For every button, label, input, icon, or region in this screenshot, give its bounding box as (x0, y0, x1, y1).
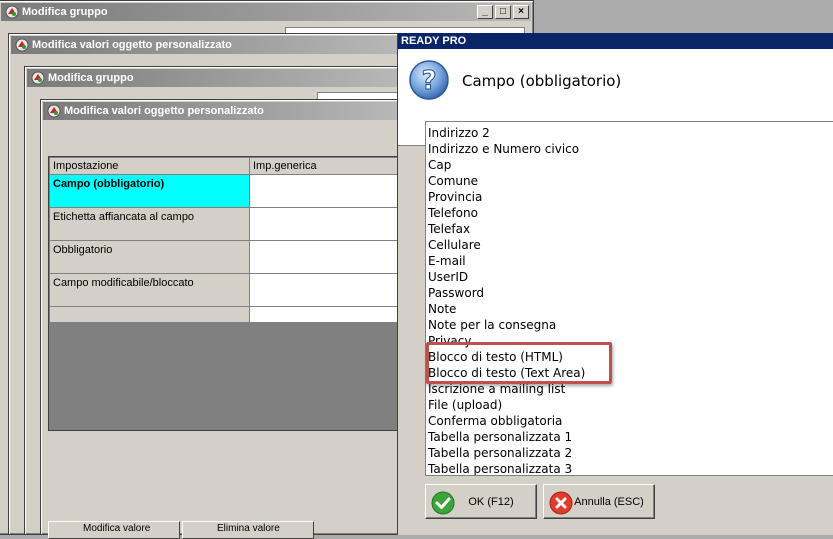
grid-cell-value[interactable] (249, 306, 407, 323)
ok-button[interactable]: OK (F12) (425, 484, 537, 519)
grid-cell-label[interactable]: Etichetta affiancata al campo (49, 207, 250, 241)
svg-text:?: ? (421, 66, 436, 96)
column-header-imp-generica[interactable]: Imp.generica (249, 157, 407, 175)
list-item[interactable]: Telefono (428, 205, 833, 221)
list-item[interactable]: Conferma obbligatoria (428, 413, 833, 429)
dialog-title: READY PRO (398, 33, 833, 49)
grid-cell-label[interactable]: Obbligatorio (49, 240, 250, 274)
delete-value-label: Elimina valore (217, 523, 280, 534)
list-item[interactable]: Indirizzo 2 (428, 125, 833, 141)
window-title: Modifica gruppo (48, 72, 134, 84)
list-item[interactable]: Privacy (428, 333, 833, 349)
list-item[interactable]: Tabella personalizzata 3 (428, 461, 833, 475)
list-item[interactable]: Indirizzo e Numero civico (428, 141, 833, 157)
list-item[interactable]: Tabella personalizzata 2 (428, 445, 833, 461)
list-item[interactable]: Iscrizione a mailing list (428, 381, 833, 397)
window-title: Modifica gruppo (22, 6, 108, 18)
grid-row[interactable]: Campo (obbligatorio) (49, 174, 407, 208)
list-item[interactable]: Blocco di testo (HTML) (428, 349, 833, 365)
window-titlebar: Modifica valori oggetto personalizzato (43, 102, 401, 120)
window-title: Modifica valori oggetto personalizzato (32, 39, 232, 51)
window-title: Modifica valori oggetto personalizzato (64, 105, 264, 117)
close-button[interactable]: × (513, 5, 529, 19)
window-controls: _ □ × (477, 5, 529, 19)
dialog-heading: Campo (obbligatorio) (462, 72, 622, 90)
options-list[interactable]: Indirizzo 2 Indirizzo e Numero civico Cap C… (426, 122, 833, 475)
window-titlebar: Modifica valori oggetto personalizzato (11, 36, 401, 54)
app-icon (31, 71, 45, 85)
app-icon (47, 104, 61, 118)
grid-header-row: Impostazione Imp.generica (49, 157, 407, 175)
options-listbox[interactable]: Indirizzo 2 Indirizzo e Numero civico Cap C… (425, 121, 833, 476)
question-icon: ? (408, 59, 450, 104)
grid-row-empty[interactable] (49, 306, 407, 323)
grid-row[interactable]: Campo modificabile/bloccato (49, 273, 407, 307)
cancel-label: Annulla (ESC) (574, 495, 644, 508)
ready-pro-dialog: READY PRO ? Campo (obbligatorio) Indiriz… (397, 33, 833, 535)
list-item[interactable]: Note (428, 301, 833, 317)
list-item[interactable]: Provincia (428, 189, 833, 205)
cancel-button[interactable]: Annulla (ESC) (543, 484, 655, 519)
grid-row[interactable]: Obbligatorio (49, 240, 407, 274)
list-item[interactable]: Password (428, 285, 833, 301)
list-item[interactable]: Comune (428, 173, 833, 189)
app-icon (5, 5, 19, 19)
grid-cell-label[interactable]: Campo modificabile/bloccato (49, 273, 250, 307)
list-item[interactable]: Tabella personalizzata 1 (428, 429, 833, 445)
app-icon (15, 38, 29, 52)
list-item[interactable]: UserID (428, 269, 833, 285)
column-header-impostazione[interactable]: Impostazione (49, 157, 250, 175)
modify-value-button[interactable]: Modifica valore (48, 521, 180, 539)
modify-value-label: Modifica valore (83, 523, 151, 534)
ok-label: OK (F12) (468, 495, 514, 508)
list-item[interactable]: Blocco di testo (Text Area) (428, 365, 833, 381)
grid-cell-value[interactable] (249, 207, 407, 241)
window-titlebar: Modifica gruppo _ □ × (1, 3, 531, 21)
list-item[interactable]: E-mail (428, 253, 833, 269)
list-item[interactable]: Cellulare (428, 237, 833, 253)
list-item[interactable]: Note per la consegna (428, 317, 833, 333)
list-item[interactable]: Telefax (428, 221, 833, 237)
minimize-button[interactable]: _ (477, 5, 493, 19)
grid-cell-label[interactable] (49, 306, 250, 323)
grid-cell-value[interactable] (249, 273, 407, 307)
list-item[interactable]: File (upload) (428, 397, 833, 413)
grid-cell-value[interactable] (249, 240, 407, 274)
delete-value-button[interactable]: Elimina valore (182, 521, 314, 539)
settings-grid[interactable]: Impostazione Imp.generica Campo (obbliga… (48, 156, 408, 431)
grid-cell-value[interactable] (249, 174, 407, 208)
maximize-button[interactable]: □ (495, 5, 511, 19)
grid-cell-label[interactable]: Campo (obbligatorio) (49, 174, 250, 208)
list-item[interactable]: Cap (428, 157, 833, 173)
window-titlebar: Modifica gruppo (27, 69, 401, 87)
grid-row[interactable]: Etichetta affiancata al campo (49, 207, 407, 241)
